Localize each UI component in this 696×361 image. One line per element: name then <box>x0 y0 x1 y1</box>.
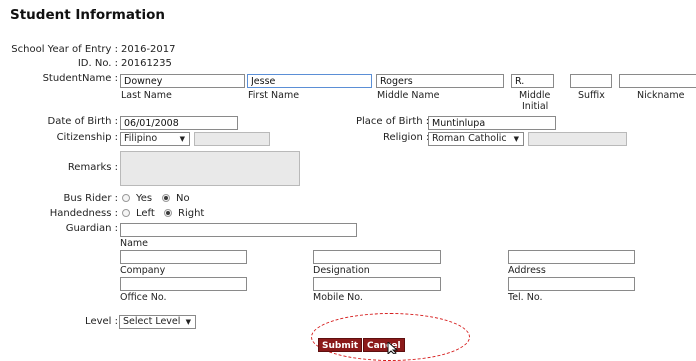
page-title: Student Information <box>10 7 165 23</box>
company-sublabel: Company <box>120 265 166 276</box>
handedness-right-label: Right <box>178 208 205 219</box>
middle-name-input[interactable] <box>376 74 504 88</box>
bus-rider-yes-radio[interactable] <box>122 194 130 202</box>
place-of-birth-label: Place of Birth : <box>356 116 430 127</box>
chevron-down-icon: ▼ <box>513 135 519 143</box>
chevron-down-icon: ▼ <box>179 135 185 143</box>
id-no-label: ID. No. : <box>77 58 118 69</box>
guardian-name-input[interactable] <box>120 223 357 237</box>
suffix-input[interactable] <box>570 74 612 88</box>
handedness-right-radio[interactable] <box>164 209 172 217</box>
religion-other-input <box>528 132 627 146</box>
mobile-no-input[interactable] <box>313 277 441 291</box>
address-sublabel: Address <box>508 265 546 276</box>
submit-button[interactable]: Submit <box>318 338 363 352</box>
middle-initial-input[interactable] <box>511 74 554 88</box>
nickname-sublabel: Nickname <box>637 90 685 101</box>
religion-label: Religion : <box>383 132 430 143</box>
handedness-left-radio[interactable] <box>122 209 130 217</box>
mouse-cursor-icon <box>387 342 399 354</box>
first-name-sublabel: First Name <box>248 90 300 101</box>
tel-no-input[interactable] <box>508 277 635 291</box>
bus-rider-label: Bus Rider : <box>63 193 118 204</box>
school-year-value: 2016-2017 <box>121 44 176 55</box>
handedness-left-label: Left <box>136 208 155 219</box>
guardian-name-sublabel: Name <box>120 238 149 249</box>
nickname-input[interactable] <box>619 74 696 88</box>
citizenship-value: Filipino <box>124 133 158 144</box>
address-input[interactable] <box>508 250 635 264</box>
id-no-value: 20161235 <box>121 58 172 69</box>
bus-rider-no-radio[interactable] <box>162 194 170 202</box>
citizenship-select[interactable]: Filipino ▼ <box>120 132 190 146</box>
handedness-label: Handedness : <box>49 208 118 219</box>
guardian-label: Guardian : <box>65 223 118 234</box>
religion-select[interactable]: Roman Catholic ▼ <box>428 132 524 146</box>
tel-no-sublabel: Tel. No. <box>508 292 543 303</box>
company-input[interactable] <box>120 250 247 264</box>
designation-sublabel: Designation <box>313 265 370 276</box>
citizenship-other-input <box>194 132 270 146</box>
office-no-input[interactable] <box>120 277 247 291</box>
level-label: Level : <box>85 316 118 327</box>
religion-value: Roman Catholic <box>432 133 507 144</box>
student-name-label: StudentName : <box>42 73 118 84</box>
bus-rider-no-label: No <box>176 193 190 204</box>
suffix-sublabel: Suffix <box>578 90 605 101</box>
remarks-textarea[interactable] <box>120 151 300 186</box>
dob-input[interactable] <box>120 116 238 130</box>
first-name-input[interactable] <box>247 74 372 88</box>
level-value: Select Level <box>123 316 181 327</box>
middle-initial-sublabel-1: Middle <box>519 90 551 101</box>
last-name-input[interactable] <box>120 74 245 88</box>
school-year-label: School Year of Entry : <box>11 44 118 55</box>
bus-rider-yes-label: Yes <box>136 193 153 204</box>
mobile-no-sublabel: Mobile No. <box>313 292 363 303</box>
dob-label: Date of Birth : <box>47 116 118 127</box>
last-name-sublabel: Last Name <box>121 90 172 101</box>
middle-initial-sublabel-2: Initial <box>522 101 549 112</box>
office-no-sublabel: Office No. <box>120 292 167 303</box>
level-select[interactable]: Select Level ▼ <box>119 315 196 329</box>
chevron-down-icon: ▼ <box>185 318 191 326</box>
remarks-label: Remarks : <box>67 162 118 173</box>
designation-input[interactable] <box>313 250 441 264</box>
place-of-birth-input[interactable] <box>428 116 556 130</box>
citizenship-label: Citizenship : <box>56 132 118 143</box>
middle-name-sublabel: Middle Name <box>377 90 440 101</box>
